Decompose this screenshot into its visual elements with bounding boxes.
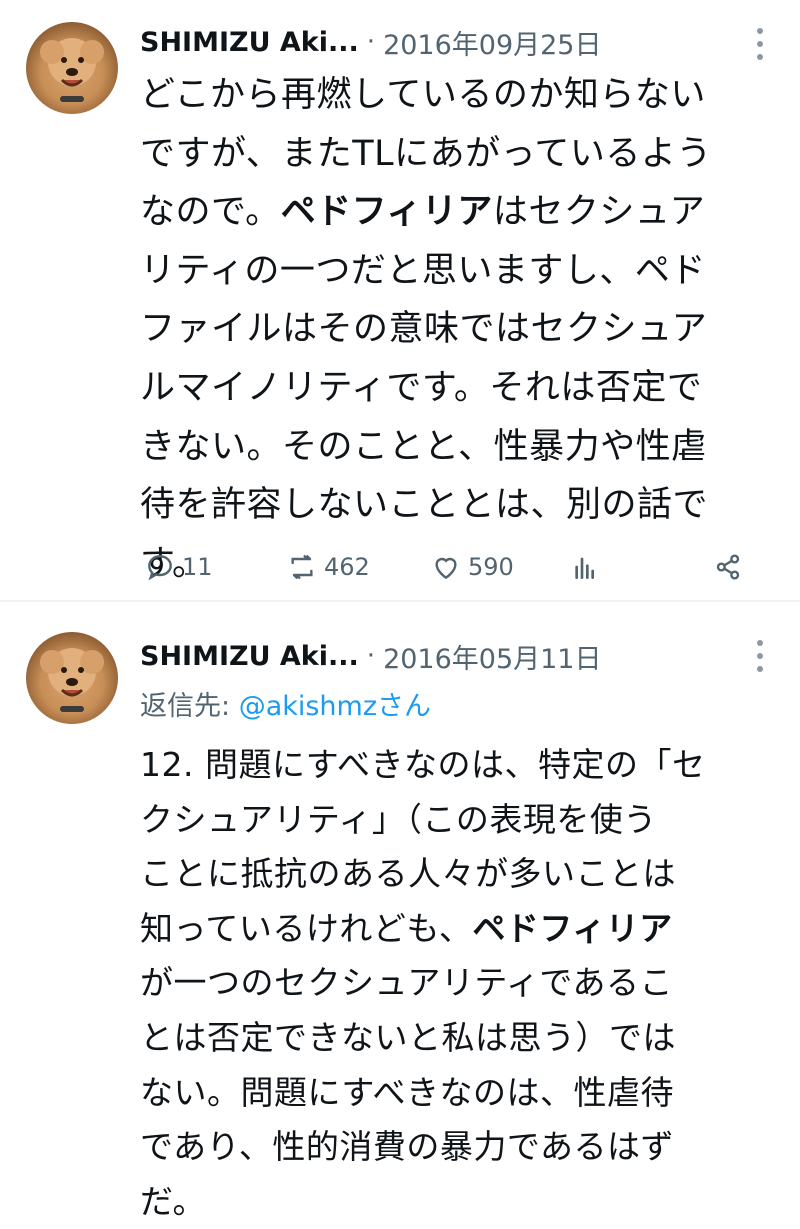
separator: · xyxy=(366,27,376,57)
more-icon[interactable] xyxy=(756,28,764,60)
tweet-date[interactable]: 2016年05月11日 xyxy=(383,637,601,676)
like-button[interactable]: 590 xyxy=(430,551,514,583)
reply-count: 11 xyxy=(182,553,213,581)
tweet-text-line: 知っているけれども、ペドフィリア xyxy=(140,908,673,948)
separator: · xyxy=(366,641,376,671)
tweet-text-line: ですが、またTLにあがっているよう xyxy=(140,133,712,174)
tweet-text-line: だ。 xyxy=(140,1181,207,1221)
tweet-text-line: なので。ペドフィリアはセクシュア xyxy=(140,192,706,233)
like-icon xyxy=(435,557,457,580)
tweet-text-line: クシュアリティ」（この表現を使う xyxy=(140,799,657,839)
highlighted-keyword: ペドフィリア xyxy=(472,908,673,948)
tweet-text-line: ルマイノリティです。それは否定で xyxy=(140,367,703,408)
views-button[interactable] xyxy=(570,551,608,583)
author-name[interactable]: SHIMIZU Aki... xyxy=(140,27,359,58)
dog-avatar-icon xyxy=(40,648,104,712)
reply-context: 返信先: @akishmzさん xyxy=(140,684,431,723)
reply-handle-link[interactable]: @akishmzさん xyxy=(239,691,431,722)
share-button[interactable] xyxy=(712,551,750,583)
avatar[interactable] xyxy=(26,632,118,724)
share-icon xyxy=(716,554,740,580)
tweet-text-line: ない。問題にすべきなのは、性虐待 xyxy=(140,1072,675,1112)
avatar[interactable] xyxy=(26,22,118,114)
retweet-icon xyxy=(291,555,313,579)
tweet-text-line: リティの一つだと思いますし、ペド xyxy=(140,250,706,291)
tweet-1[interactable]: SHIMIZU Aki... · 2016年09月25日 どこから再燃しているの… xyxy=(0,0,800,600)
dog-avatar-icon xyxy=(40,38,104,102)
reply-icon xyxy=(148,555,172,581)
tweet-text-line: ファイルはその意味ではセクシュア xyxy=(140,309,708,350)
like-count: 590 xyxy=(468,553,514,581)
retweet-count: 462 xyxy=(324,553,370,581)
tweet-text: どこから再燃しているのか知らない ですが、またTLにあがっているよう なので。ペ… xyxy=(140,66,764,593)
tweet-text-line: ことに抵抗のある人々が多いことは xyxy=(140,854,676,894)
tweet-text-line: とは否定できないと私は思う）では xyxy=(140,1017,676,1057)
reply-prefix: 返信先: xyxy=(140,691,239,722)
author-name[interactable]: SHIMIZU Aki... xyxy=(140,641,359,672)
reply-button[interactable]: 11 xyxy=(144,551,213,583)
tweet-header: SHIMIZU Aki... · 2016年09月25日 xyxy=(140,22,602,62)
views-icon xyxy=(575,557,594,579)
action-bar: 11 462 590 xyxy=(140,545,750,589)
tweet-text: 12. 問題にすべきなのは、特定の「セ クシュアリティ」（この表現を使う ことに… xyxy=(140,738,764,1229)
tweet-header: SHIMIZU Aki... · 2016年05月11日 xyxy=(140,636,602,676)
tweet-text-line: 12. 問題にすべきなのは、特定の「セ xyxy=(140,745,706,784)
tweet-text-line: きない。そのことと、性暴力や性虐 xyxy=(140,426,707,467)
tweet-text-line: であり、性的消費の暴力であるはず xyxy=(140,1127,675,1167)
tweet-text-line: が一つのセクシュアリティであるこ xyxy=(140,963,674,1003)
tweet-text-line: どこから再燃しているのか知らない xyxy=(140,75,706,115)
retweet-button[interactable]: 462 xyxy=(286,551,370,583)
highlighted-keyword: ペドフィリア xyxy=(280,192,493,233)
more-icon[interactable] xyxy=(756,640,764,672)
tweet-date[interactable]: 2016年09月25日 xyxy=(383,23,601,62)
tweet-text-line: 待を許容しないこととは、別の話で xyxy=(140,485,709,526)
